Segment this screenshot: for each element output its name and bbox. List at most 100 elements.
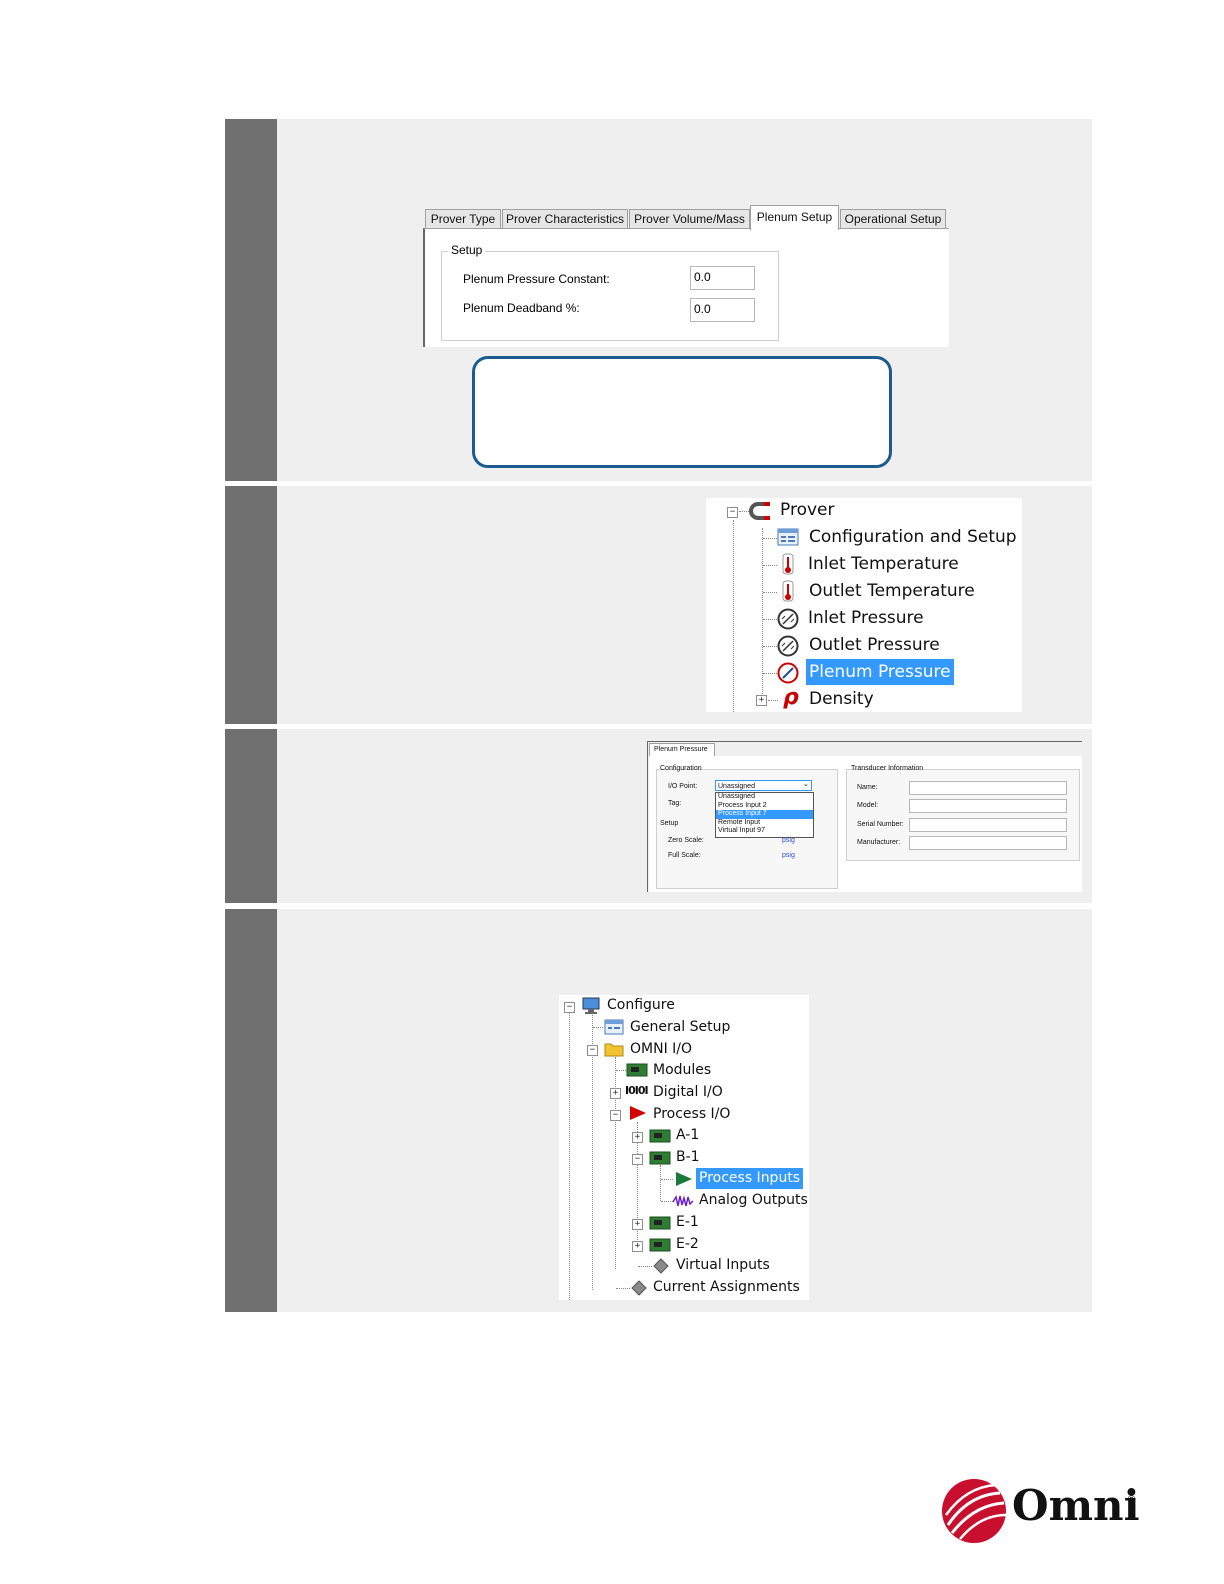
transducer-label: Transducer Information [851,765,924,772]
step-marker [225,729,277,903]
setup-label: Setup [660,820,679,827]
pressure-gauge-icon [777,608,799,630]
computer-icon [582,997,600,1014]
tree-item-virtual-inputs[interactable]: Virtual Inputs [676,1257,770,1273]
expand-toggle[interactable]: + [756,695,767,706]
serial-number-field[interactable] [909,818,1067,832]
tree-item-process-io[interactable]: Process I/O [653,1106,730,1122]
omni-logo-text: Omni [1012,1481,1140,1530]
step-marker [225,119,277,481]
process-inputs-icon [676,1172,692,1186]
dropdown-option[interactable]: Virtual Input 97 [716,827,813,836]
tree-item-density[interactable]: Density [809,689,874,709]
tree-item-process-inputs[interactable]: Process Inputs [696,1168,804,1189]
tree-item-general-setup[interactable]: General Setup [630,1019,730,1035]
zero-scale-unit: psig [782,837,795,844]
plenum-pressure-dialog: Plenum Pressure Configuration I/O Point:… [647,741,1082,892]
analog-outputs-icon [672,1195,694,1207]
plenum-setup-panel: Setup Plenum Pressure Constant: 0.0 Plen… [423,228,949,347]
step-marker [225,486,277,724]
name-field[interactable] [909,781,1067,795]
name-label: Name: [857,784,878,791]
module-board-icon [649,1151,671,1165]
tree-item-inlet-pressure[interactable]: Inlet Pressure [808,608,924,628]
tree-item-current-assignments[interactable]: Current Assignments [653,1279,800,1295]
tree-item-configure[interactable]: Configure [607,997,675,1013]
dropdown-option[interactable]: Remote Input [716,819,813,828]
tree-item-b1[interactable]: B-1 [676,1149,700,1165]
zero-scale-label: Zero Scale: [668,837,704,844]
folder-icon [604,1043,624,1057]
note-callout [472,356,892,468]
tree-item-outlet-pressure[interactable]: Outlet Pressure [809,635,940,655]
collapse-toggle[interactable]: − [727,507,738,518]
module-board-icon [626,1063,648,1077]
pressure-constant-field[interactable]: 0.0 [690,266,755,290]
serial-number-label: Serial Number: [857,821,904,828]
tab-operational-setup[interactable]: Operational Setup [840,209,946,229]
registered-mark: ® [1126,1493,1137,1506]
diamond-icon [631,1280,647,1296]
expand-toggle[interactable]: + [632,1241,643,1252]
setup-groupbox [441,251,779,341]
deadband-field[interactable]: 0.0 [690,298,755,322]
tree-item-e1[interactable]: E-1 [676,1214,699,1230]
deadband-label: Plenum Deadband %: [463,301,580,315]
module-board-icon [649,1129,671,1143]
io-point-label: I/O Point: [668,783,698,790]
full-scale-unit: psig [782,852,795,859]
manufacturer-field[interactable] [909,836,1067,850]
prover-tree: − Prover Configuration and Setup Inlet T… [706,498,1022,712]
tree-item-prover[interactable]: Prover [780,500,834,520]
dropdown-option[interactable]: Unassigned [716,793,813,802]
setup-group-label: Setup [448,243,486,257]
tree-item-outlet-temperature[interactable]: Outlet Temperature [809,581,975,601]
module-board-icon [649,1238,671,1252]
configure-tree: − Configure General Setup − OMNI I/O Mod… [559,995,809,1300]
tree-item-inlet-temperature[interactable]: Inlet Temperature [808,554,959,574]
pressure-constant-label: Plenum Pressure Constant: [463,272,610,286]
tab-prover-type[interactable]: Prover Type [425,209,501,229]
tab-strip: Prover Type Prover Characteristics Prove… [423,205,947,230]
manufacturer-label: Manufacturer: [857,839,901,846]
tree-item-omni-io[interactable]: OMNI I/O [630,1041,692,1057]
configuration-label: Configuration [660,765,702,772]
tree-item-configuration-and-setup[interactable]: Configuration and Setup [809,527,1017,547]
process-io-icon [630,1106,646,1120]
tree-item-a1[interactable]: A-1 [676,1127,699,1143]
collapse-toggle[interactable]: − [632,1154,643,1165]
thermometer-icon [782,553,794,575]
tab-plenum-setup[interactable]: Plenum Setup [750,205,839,230]
tab-prover-volume-mass[interactable]: Prover Volume/Mass [629,209,750,229]
tag-label: Tag: [668,800,682,807]
magnet-icon [749,502,770,520]
thermometer-icon [782,580,794,602]
expand-toggle[interactable]: + [632,1219,643,1230]
tree-item-plenum-pressure[interactable]: Plenum Pressure [806,659,954,685]
model-label: Model: [857,802,879,809]
config-icon [777,528,799,546]
dropdown-option-selected[interactable]: Process Input 7 [716,810,813,819]
tree-item-e2[interactable]: E-2 [676,1236,699,1252]
tree-item-modules[interactable]: Modules [653,1062,711,1078]
collapse-toggle[interactable]: − [564,1002,575,1013]
density-icon: ρ [783,685,799,710]
model-field[interactable] [909,799,1067,813]
tree-item-analog-outputs[interactable]: Analog Outputs [699,1192,808,1208]
full-scale-label: Full Scale: [668,852,701,859]
config-icon [604,1019,624,1035]
omni-swirl-icon [942,1479,1007,1543]
tree-item-digital-io[interactable]: Digital I/O [653,1084,723,1100]
expand-toggle[interactable]: + [610,1088,621,1099]
tab-plenum-pressure[interactable]: Plenum Pressure [649,743,715,757]
io-point-select[interactable]: Unassigned [715,780,812,791]
omni-logo: Omni ® [938,1475,1140,1545]
collapse-toggle[interactable]: − [610,1110,621,1121]
plenum-gauge-icon [777,662,799,684]
diamond-icon [653,1258,669,1274]
tab-prover-characteristics[interactable]: Prover Characteristics [502,209,628,229]
chevron-down-icon[interactable]: ⌄ [803,780,809,788]
dropdown-option[interactable]: Process Input 2 [716,802,813,811]
expand-toggle[interactable]: + [632,1132,643,1143]
collapse-toggle[interactable]: − [587,1045,598,1056]
